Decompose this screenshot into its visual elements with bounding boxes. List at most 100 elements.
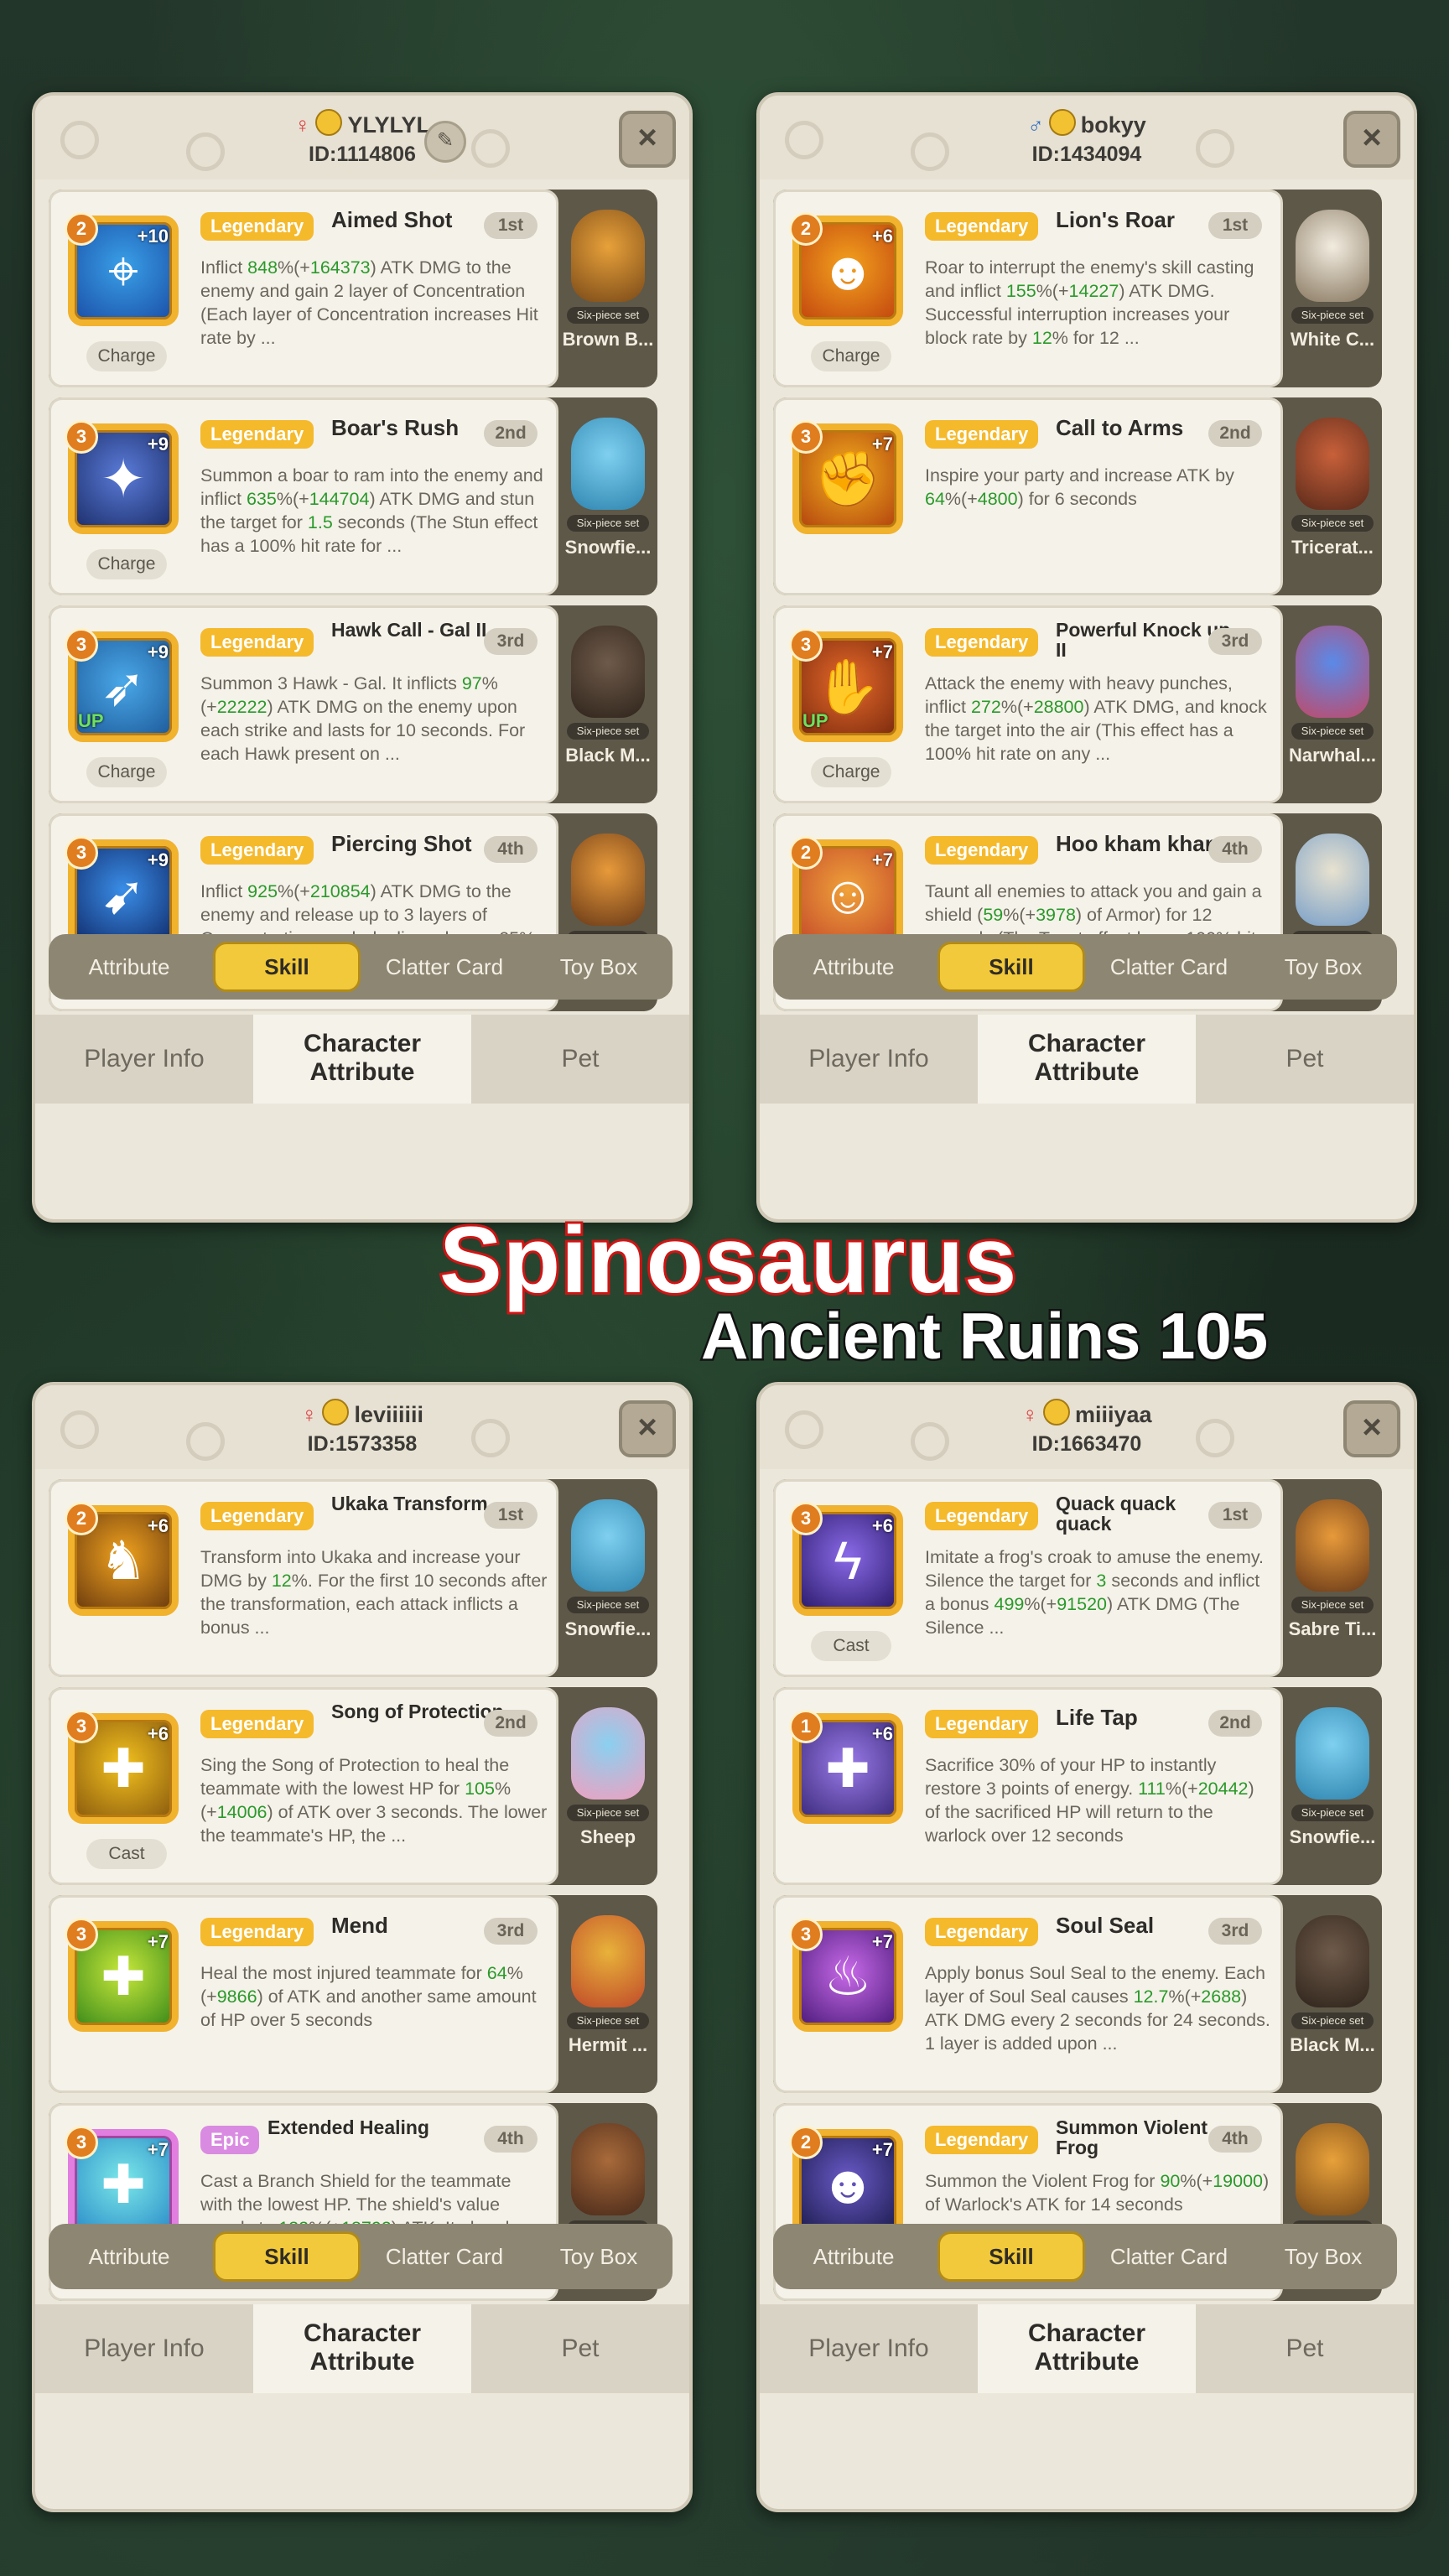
close-button[interactable]: × — [619, 111, 676, 168]
gender-icon: ♀ — [300, 1402, 318, 1427]
tab-toy-box[interactable]: Toy Box — [525, 2231, 673, 2282]
character-panel: ♀ YLYLYL ID:1114806 ✎ × ⌖ 2 +10 Charge Legendary A… — [32, 92, 693, 1223]
skill-card[interactable]: ⌖ 2 +10 Charge Legendary Aimed Shot 1st Inflict… — [49, 190, 657, 387]
title-sub: Ancient Ruins 105 — [699, 1297, 1270, 1375]
tab-skill[interactable]: Skill — [213, 942, 361, 992]
pet-avatar-icon — [1296, 1707, 1369, 1800]
nav-player-info[interactable]: Player Info — [35, 1015, 253, 1104]
skill-level-badge: 3 — [65, 2126, 98, 2159]
nav-pet[interactable]: Pet — [471, 1015, 689, 1104]
pet-slot[interactable]: Six-piece set Sheep — [558, 1687, 657, 1885]
skill-icon[interactable]: ✚ 3 +7 — [65, 1918, 179, 2032]
nav-player-info[interactable]: Player Info — [760, 2304, 978, 2393]
pet-slot[interactable]: Six-piece set Narwhal... — [1283, 605, 1382, 803]
nav-player-info[interactable]: Player Info — [35, 2304, 253, 2393]
skill-card[interactable]: ✦ 3 +9 Charge Legendary Boar's Rush 2nd Summon … — [49, 397, 657, 595]
tab-toy-box[interactable]: Toy Box — [1249, 2231, 1397, 2282]
nav-character-attribute[interactable]: Character Attribute — [253, 1015, 471, 1104]
skill-card[interactable]: ✚ 1 +6 Legendary Life Tap 2nd Sacrifice 30% of… — [773, 1687, 1382, 1885]
skill-icon[interactable]: ✋ 3 +7 UP — [789, 628, 903, 742]
tab-skill[interactable]: Skill — [937, 2231, 1085, 2282]
skill-level-badge: 3 — [65, 1710, 98, 1743]
skill-card[interactable]: ✚ 3 +6 Cast Legendary Song of Protection 2nd Si… — [49, 1687, 657, 1885]
pet-slot[interactable]: Six-piece set Snowfie... — [558, 397, 657, 595]
player-name: leviiiiii — [354, 1402, 424, 1427]
tab-skill[interactable]: Skill — [213, 2231, 361, 2282]
nav-character-attribute[interactable]: Character Attribute — [978, 1015, 1196, 1104]
skill-card[interactable]: ♨ 3 +7 Legendary Soul Seal 3rd Apply bonus Sou… — [773, 1895, 1382, 2093]
close-button[interactable]: × — [619, 1400, 676, 1457]
pet-slot[interactable]: Six-piece set Brown B... — [558, 190, 657, 387]
skill-card[interactable]: ✊ 3 +7 Legendary Call to Arms 2nd Inspire your… — [773, 397, 1382, 595]
nav-character-attribute[interactable]: Character Attribute — [253, 2304, 471, 2393]
skill-title: Extended Healing — [267, 2116, 429, 2138]
tab-clatter-card[interactable]: Clatter Card — [371, 942, 518, 992]
skill-card[interactable]: ✋ 3 +7 UP Charge Legendary Powerful Knock up I… — [773, 605, 1382, 803]
pet-slot[interactable]: Six-piece set Tricerat... — [1283, 397, 1382, 595]
skill-icon[interactable]: ☻ 2 +6 — [789, 212, 903, 326]
tab-toy-box[interactable]: Toy Box — [1249, 942, 1397, 992]
skill-title: Song of Protection — [331, 1701, 504, 1722]
tab-clatter-card[interactable]: Clatter Card — [371, 2231, 518, 2282]
skill-icon[interactable]: ✦ 3 +9 — [65, 420, 179, 534]
skill-title: Aimed Shot — [331, 207, 453, 232]
tab-attribute[interactable]: Attribute — [55, 942, 203, 992]
skill-order-badge: 2nd — [1208, 1710, 1262, 1737]
skill-info: ⌖ 2 +10 Charge Legendary Aimed Shot 1st Inflict… — [49, 190, 558, 387]
player-id: ID:1114806 — [309, 143, 416, 166]
pet-slot[interactable]: Six-piece set Snowfie... — [558, 1479, 657, 1677]
pet-name: Hermit ... — [568, 2034, 648, 2055]
skill-card[interactable]: ➶ 3 +9 UP Charge Legendary Hawk Call - Gal II 3… — [49, 605, 657, 803]
skill-order-badge: 2nd — [484, 1710, 538, 1737]
tab-attribute[interactable]: Attribute — [780, 942, 927, 992]
pet-slot[interactable]: Six-piece set Black M... — [558, 605, 657, 803]
skill-icon[interactable]: ♨ 3 +7 — [789, 1918, 903, 2032]
tab-clatter-card[interactable]: Clatter Card — [1095, 942, 1243, 992]
pet-name: Tricerat... — [1291, 537, 1374, 558]
skill-icon[interactable]: ✚ 1 +6 — [789, 1710, 903, 1824]
pet-name: Sheep — [579, 1826, 636, 1847]
pet-avatar-icon — [1296, 834, 1369, 926]
skill-title: Piercing Shot — [331, 831, 472, 856]
skill-card[interactable]: ✚ 3 +7 Legendary Mend 3rd Heal the most injure… — [49, 1895, 657, 2093]
skill-icon[interactable]: ϟ 3 +6 — [789, 1502, 903, 1616]
skill-title: Hawk Call - Gal II — [331, 619, 487, 641]
skill-card[interactable]: ϟ 3 +6 Cast Legendary Quack quack quack 1st Imi… — [773, 1479, 1382, 1677]
skill-icon[interactable]: ➶ 3 +9 UP — [65, 628, 179, 742]
nav-pet[interactable]: Pet — [1196, 1015, 1414, 1104]
close-button[interactable]: × — [1343, 111, 1400, 168]
tab-clatter-card[interactable]: Clatter Card — [1095, 2231, 1243, 2282]
skill-tab-bar: Attribute Skill Clatter Card Toy Box — [773, 934, 1397, 1000]
edit-name-button[interactable]: ✎ — [424, 121, 466, 163]
skill-icon[interactable]: ✚ 3 +6 — [65, 1710, 179, 1824]
rarity-badge: Legendary — [200, 212, 314, 241]
pet-slot[interactable]: Six-piece set Sabre Ti... — [1283, 1479, 1382, 1677]
skill-card[interactable]: ☻ 2 +6 Charge Legendary Lion's Roar 1st Roar to… — [773, 190, 1382, 387]
pet-slot[interactable]: Six-piece set White C... — [1283, 190, 1382, 387]
skill-icon[interactable]: ♞ 2 +6 — [65, 1502, 179, 1616]
skill-card[interactable]: ♞ 2 +6 Legendary Ukaka Transform 1st Transform… — [49, 1479, 657, 1677]
pet-name: Sabre Ti... — [1288, 1618, 1377, 1639]
gender-icon: ♀ — [1021, 1402, 1038, 1427]
tab-skill[interactable]: Skill — [937, 942, 1085, 992]
nav-pet[interactable]: Pet — [1196, 2304, 1414, 2393]
gender-icon: ♀ — [293, 112, 311, 138]
pet-avatar-icon — [571, 210, 645, 302]
tab-attribute[interactable]: Attribute — [780, 2231, 927, 2282]
tab-attribute[interactable]: Attribute — [55, 2231, 203, 2282]
nav-player-info[interactable]: Player Info — [760, 1015, 978, 1104]
pet-avatar-icon — [1296, 1915, 1369, 2007]
skill-level-badge: 3 — [65, 420, 98, 454]
tab-toy-box[interactable]: Toy Box — [525, 942, 673, 992]
pet-slot[interactable]: Six-piece set Snowfie... — [1283, 1687, 1382, 1885]
skill-icon[interactable]: ⌖ 2 +10 — [65, 212, 179, 326]
pet-slot[interactable]: Six-piece set Hermit ... — [558, 1895, 657, 2093]
nav-pet[interactable]: Pet — [471, 2304, 689, 2393]
nav-character-attribute[interactable]: Character Attribute — [978, 2304, 1196, 2393]
skill-plus-badge: +7 — [871, 2139, 893, 2160]
pet-slot[interactable]: Six-piece set Black M... — [1283, 1895, 1382, 2093]
skill-icon[interactable]: ✊ 3 +7 — [789, 420, 903, 534]
close-button[interactable]: × — [1343, 1400, 1400, 1457]
rarity-badge: Legendary — [925, 1502, 1039, 1530]
skill-level-badge: 2 — [789, 212, 823, 246]
